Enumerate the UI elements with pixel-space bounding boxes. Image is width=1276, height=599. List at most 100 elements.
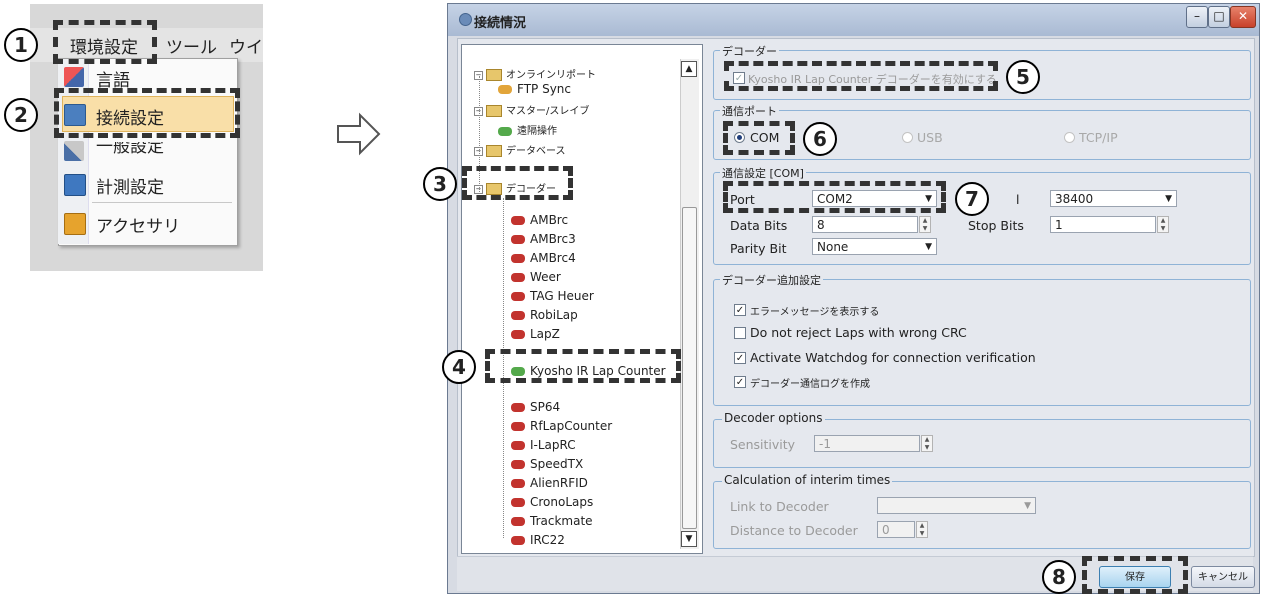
decoder-log-checkbox[interactable]: ✓ (734, 376, 746, 388)
tree-item-remote[interactable]: 遠隔操作 (498, 122, 557, 137)
app-icon (459, 13, 472, 26)
radio-tcpip-label: TCP/IP (1079, 130, 1118, 145)
distance-decoder-label: Distance to Decoder (730, 523, 858, 538)
folder-icon (486, 145, 502, 157)
tree-item-decoder-entry[interactable]: Trackmate (511, 514, 593, 528)
stopbits-label: Stop Bits (968, 218, 1024, 233)
no-reject-crc-label: Do not reject Laps with wrong CRC (750, 325, 967, 340)
callout-box-4 (485, 349, 681, 383)
link-decoder-label: Link to Decoder (730, 499, 829, 514)
databits-spinner[interactable]: ▲ ▼ (919, 216, 931, 233)
step-badge-6: 6 (803, 122, 837, 156)
sensitivity-input[interactable]: -1 (814, 435, 920, 452)
radio-tcpip[interactable] (1064, 132, 1075, 143)
maximize-button[interactable]: □ (1208, 6, 1230, 28)
tree-item-decoder-entry[interactable]: CronoLaps (511, 495, 593, 509)
decoder-icon (511, 536, 525, 545)
callout-box-8 (1082, 556, 1188, 594)
collapse-icon[interactable]: − (474, 70, 483, 80)
decoder-icon (511, 498, 525, 507)
chevron-down-icon: ▼ (1165, 194, 1172, 204)
timing-settings-icon (64, 174, 86, 196)
sensitivity-label: Sensitivity (730, 437, 796, 452)
callout-box-6 (723, 121, 795, 155)
link-decoder-select[interactable]: ▼ (877, 497, 1036, 514)
tree-item-decoder-entry[interactable]: AMBrc (511, 213, 568, 227)
right-arrow-icon (337, 112, 381, 156)
watchdog-checkbox[interactable]: ✓ (734, 352, 746, 364)
tree-item-decoder-entry[interactable]: TAG Heuer (511, 289, 594, 303)
scroll-up-arrow-icon[interactable]: ▲ (681, 61, 697, 77)
menu-item-accessory[interactable]: アクセサリ (96, 212, 180, 237)
decoder-icon (511, 273, 525, 282)
menu-window[interactable]: ウイ (229, 33, 263, 58)
menu-item-timing-settings[interactable]: 計測設定 (96, 173, 164, 198)
tree-item-decoder-entry[interactable]: I-LapRC (511, 438, 576, 452)
decoder-group-title: デコーダー (720, 43, 779, 59)
sensitivity-spinner[interactable]: ▲ ▼ (921, 435, 933, 452)
databits-input[interactable]: 8 (812, 216, 918, 233)
parity-select[interactable]: None ▼ (812, 238, 937, 255)
no-reject-crc-checkbox[interactable] (734, 327, 746, 339)
step-badge-8: 8 (1042, 560, 1076, 594)
cancel-button[interactable]: キャンセル (1191, 566, 1255, 588)
tree-item-decoder-entry[interactable]: LapZ (511, 327, 560, 341)
tree-scrollbar-thumb[interactable] (682, 207, 697, 529)
dropdown-separator (92, 202, 232, 203)
scroll-down-arrow-icon[interactable]: ▼ (681, 531, 697, 547)
stopbits-input[interactable]: 1 (1050, 216, 1156, 233)
tree-item-decoder-entry[interactable]: SpeedTX (511, 457, 583, 471)
interim-times-group (713, 481, 1251, 549)
comm-port-group-title: 通信ポート (720, 103, 779, 119)
tree-item-decoder-entry[interactable]: AlienRFID (511, 476, 588, 490)
decoder-log-label: デコーダー通信ログを作成 (750, 379, 870, 390)
show-errors-label: エラーメッセージを表示する (750, 307, 880, 318)
decoder-icon (511, 422, 525, 431)
folder-icon (486, 105, 502, 117)
callout-box-2 (54, 88, 240, 138)
decoder-icon (511, 403, 525, 412)
general-settings-icon (64, 141, 84, 161)
dialog-titlebar[interactable] (448, 4, 1259, 36)
tree-item-ftp-sync[interactable]: FTP Sync (498, 82, 571, 96)
distance-decoder-input[interactable]: 0 (877, 521, 915, 538)
tree-item-decoder-entry[interactable]: Weer (511, 270, 561, 284)
tree-item-decoder-entry[interactable]: IRC22 (511, 533, 565, 547)
ftp-icon (498, 85, 512, 94)
radio-usb-label: USB (917, 130, 943, 145)
step-badge-3: 3 (423, 167, 457, 201)
menu-tools[interactable]: ツール (166, 33, 217, 58)
decoder-icon (511, 479, 525, 488)
tree-item-decoder-entry[interactable]: RfLapCounter (511, 419, 612, 433)
baud-label-fragment: l (1016, 192, 1020, 207)
tree-item-decoder-entry[interactable]: AMBrc4 (511, 251, 576, 265)
language-icon (64, 67, 84, 87)
minimize-button[interactable]: – (1186, 6, 1208, 28)
step-badge-7: 7 (955, 182, 989, 216)
stopbits-spinner[interactable]: ▲ ▼ (1157, 216, 1169, 233)
tree-item-decoder-entry[interactable]: AMBrc3 (511, 232, 576, 246)
show-errors-checkbox[interactable]: ✓ (734, 304, 746, 316)
decoder-icon (511, 235, 525, 244)
menu-item-general-settings[interactable]: 一般設定 (96, 142, 164, 157)
tree-item-decoder-entry[interactable]: SP64 (511, 400, 560, 414)
decoder-icon (511, 216, 525, 225)
radio-usb[interactable] (902, 132, 913, 143)
distance-decoder-spinner[interactable]: ▲ ▼ (916, 521, 928, 538)
chevron-down-icon: ▼ (1024, 501, 1031, 511)
decoder-options-title: Decoder options (722, 411, 825, 425)
close-button[interactable]: ✕ (1230, 6, 1256, 28)
tree-item-master-slave[interactable]: − マスター/スレイブ (474, 102, 589, 117)
collapse-icon[interactable]: − (474, 106, 483, 116)
step-badge-5: 5 (1006, 60, 1040, 94)
tree-item-online-report[interactable]: − オンラインリポート (474, 66, 596, 81)
decoder-icon (511, 517, 525, 526)
baud-rate-select[interactable]: 38400 ▼ (1050, 190, 1177, 207)
tree-item-database[interactable]: − データベース (474, 142, 566, 157)
remote-icon (498, 126, 512, 136)
collapse-icon[interactable]: − (474, 146, 483, 156)
com-settings-group-title: 通信設定 [COM] (720, 165, 806, 181)
parity-label: Parity Bit (730, 241, 787, 256)
tree-item-decoder-entry[interactable]: RobiLap (511, 308, 578, 322)
decoder-icon (511, 330, 525, 339)
